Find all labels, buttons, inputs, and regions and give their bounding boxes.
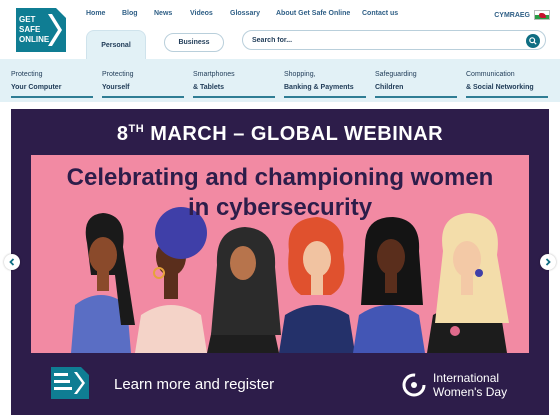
nav-about-link[interactable]: About Get Safe Online (276, 10, 350, 17)
carousel-next-button[interactable] (540, 254, 556, 270)
search-icon (529, 37, 537, 45)
wales-flag-icon (534, 10, 550, 20)
hero-title: 8TH MARCH – GLOBAL WEBINAR (11, 123, 549, 146)
hero-title-day: 8 (116, 123, 129, 145)
nav-contact-link[interactable]: Contact us (362, 10, 398, 17)
nav-news-link[interactable]: News (154, 10, 172, 17)
hero-banner[interactable]: 8TH MARCH – GLOBAL WEBINAR Celebrating a… (11, 109, 549, 415)
category-label-bottom: & Social Networking (466, 84, 534, 91)
chevron-right-icon (545, 258, 551, 266)
category-label-top: Protecting (11, 71, 43, 78)
get-safe-online-logo-icon: GET SAFE ONLINE (16, 8, 66, 52)
iwd-line-1: International (433, 371, 500, 385)
category-protecting-yourself[interactable]: Protecting Yourself (102, 68, 184, 98)
hero-headline-line-2: in cybersecurity (187, 194, 373, 221)
category-protecting-computer[interactable]: Protecting Your Computer (11, 68, 93, 98)
category-label-top: Shopping, (284, 71, 316, 78)
logo-line-1: GET (19, 15, 36, 24)
top-navigation: Home Blog News Videos Glossary About Get… (86, 10, 550, 22)
category-label-bottom: Yourself (102, 84, 130, 91)
register-link[interactable]: Learn more and register (114, 376, 274, 393)
chevron-left-icon (9, 258, 15, 266)
category-label-bottom: Banking & Payments (284, 84, 354, 91)
category-label-bottom: & Tablets (193, 84, 224, 91)
nav-home-link[interactable]: Home (86, 10, 105, 17)
search-button[interactable] (526, 34, 540, 48)
nav-blog-link[interactable]: Blog (122, 10, 138, 17)
hero-title-rest: MARCH – GLOBAL WEBINAR (144, 123, 444, 145)
category-label-top: Smartphones (193, 71, 235, 78)
category-safeguarding-children[interactable]: Safeguarding Children (375, 68, 457, 98)
category-label-top: Protecting (102, 71, 134, 78)
nav-videos-link[interactable]: Videos (190, 10, 213, 17)
hero-headline: Celebrating and championing women in cyb… (41, 163, 519, 223)
site-logo[interactable]: GET SAFE ONLINE (16, 8, 68, 54)
category-label-bottom: Children (375, 84, 404, 91)
hero-title-suffix: TH (128, 123, 145, 135)
iwd-badge: International Women's Day (401, 371, 507, 399)
iwd-symbol-icon (402, 373, 426, 397)
language-switch[interactable]: CYMRAEG (494, 10, 550, 20)
search-bar (242, 30, 546, 50)
category-shopping-banking[interactable]: Shopping, Banking & Payments (284, 68, 366, 98)
category-label-bottom: Your Computer (11, 84, 62, 91)
language-label: CYMRAEG (494, 11, 530, 19)
search-input[interactable] (252, 35, 512, 46)
hero-artwork: Celebrating and championing women in cyb… (31, 155, 529, 353)
nav-glossary-link[interactable]: Glossary (230, 10, 260, 17)
category-smartphones-tablets[interactable]: Smartphones & Tablets (193, 68, 275, 98)
logo-line-2: SAFE (19, 25, 41, 34)
hero-headline-line-1: Celebrating and championing women (66, 164, 494, 191)
category-menu: Protecting Your Computer Protecting Your… (0, 59, 560, 102)
logo-line-3: ONLINE (19, 35, 50, 44)
category-label-top: Safeguarding (375, 71, 417, 78)
tab-personal[interactable]: Personal (86, 30, 146, 59)
iwd-line-2: Women's Day (433, 385, 508, 399)
get-safe-online-logo-icon (51, 367, 89, 399)
category-label-top: Communication (466, 71, 515, 78)
category-communication-social[interactable]: Communication & Social Networking (466, 68, 548, 98)
carousel-prev-button[interactable] (4, 254, 20, 270)
tab-business[interactable]: Business (164, 33, 224, 52)
